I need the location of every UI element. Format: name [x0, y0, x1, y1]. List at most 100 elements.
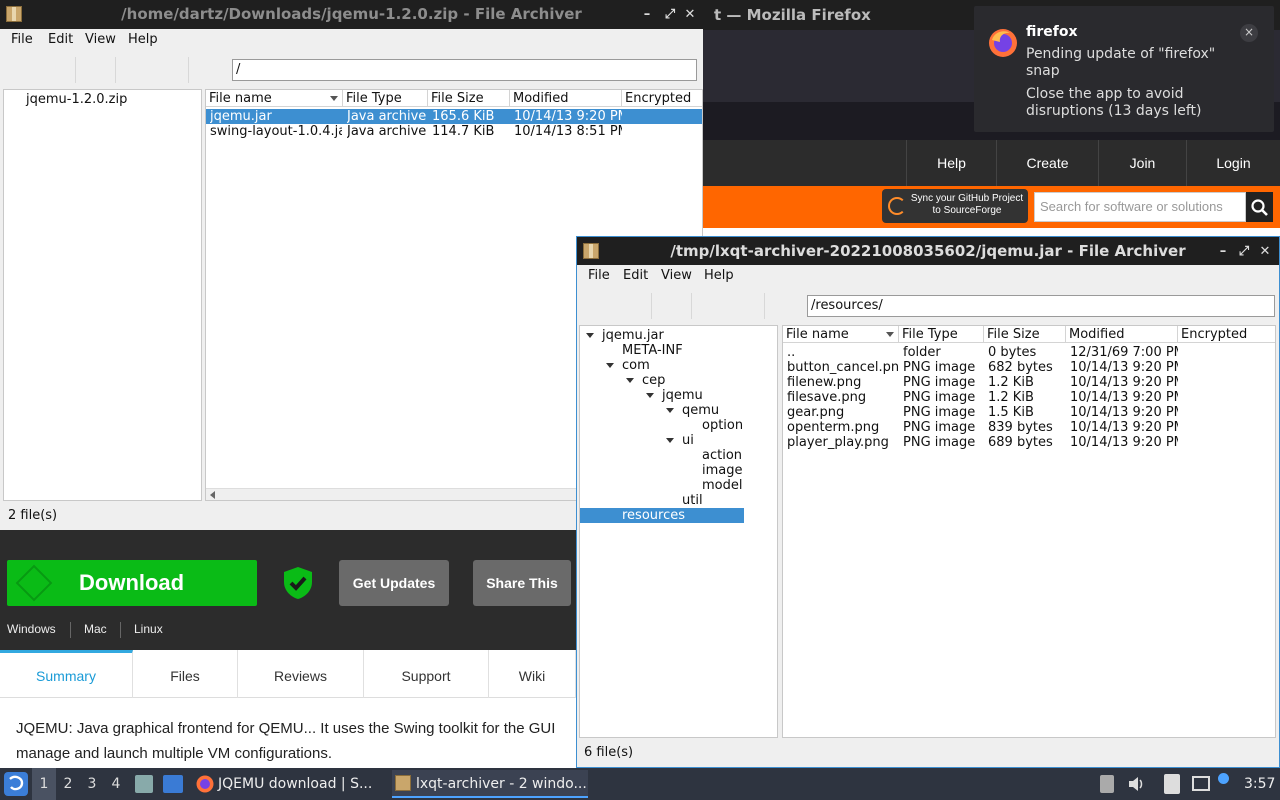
table-row[interactable]: filenew.png PNG image 1.2 KiB 10/14/13 9:20…: [783, 375, 1275, 390]
expand-arrow-icon[interactable]: [666, 438, 674, 443]
desktop-1-button[interactable]: 1: [32, 768, 56, 800]
column-header-modified[interactable]: Modified: [510, 90, 622, 107]
sync-github-button[interactable]: Sync your GitHub Project to SourceForge: [882, 189, 1028, 223]
site-search-input[interactable]: Search for software or solutions: [1034, 192, 1246, 222]
table-row[interactable]: button_cancel.png PNG image 682 bytes 10/14…: [783, 360, 1275, 375]
desktop-3-button[interactable]: 3: [80, 768, 104, 800]
nav-login-link[interactable]: Login: [1186, 140, 1280, 186]
tree-node[interactable]: jqemu.jar: [602, 328, 664, 343]
column-header-size[interactable]: File Size: [428, 90, 510, 107]
tree-node[interactable]: model: [702, 478, 742, 493]
share-button[interactable]: Share This: [473, 560, 571, 606]
minimize-icon[interactable]: –: [1213, 237, 1233, 266]
folder-tree[interactable]: jqemu.jar META-INF com cep jqemu qemu op…: [579, 325, 778, 738]
site-search-button[interactable]: [1246, 192, 1273, 222]
menu-file[interactable]: File: [588, 268, 610, 283]
table-row[interactable]: filesave.png PNG image 1.2 KiB 10/14/13 9:2…: [783, 390, 1275, 405]
nav-join-link[interactable]: Join: [1098, 140, 1186, 186]
clipboard-icon[interactable]: [1164, 774, 1180, 794]
file-manager-icon[interactable]: [135, 775, 153, 793]
table-row[interactable]: jqemu.jar Java archive 165.6 KiB 10/14/1…: [206, 109, 702, 124]
tab-reviews[interactable]: Reviews: [238, 650, 364, 698]
removable-media-icon[interactable]: [1100, 775, 1114, 793]
expand-arrow-icon[interactable]: [586, 333, 594, 338]
column-header-modified[interactable]: Modified: [1066, 326, 1178, 343]
tree-node[interactable]: jqemu-1.2.0.zip: [26, 92, 127, 107]
maximize-icon[interactable]: ⤢: [1234, 237, 1254, 266]
os-divider: [120, 622, 121, 638]
update-notification-icon[interactable]: [1218, 773, 1229, 784]
get-updates-button[interactable]: Get Updates: [339, 560, 449, 606]
tree-node[interactable]: image: [702, 463, 743, 478]
notification-popup[interactable]: firefox Pending update of "firefox" snap…: [974, 6, 1274, 132]
menu-edit[interactable]: Edit: [623, 268, 648, 283]
nav-create-link[interactable]: Create: [996, 140, 1098, 186]
menu-edit[interactable]: Edit: [48, 32, 73, 47]
tree-node[interactable]: option: [702, 418, 743, 433]
tree-node[interactable]: com: [622, 358, 650, 373]
location-input[interactable]: /resources/: [807, 295, 1275, 317]
expand-arrow-icon[interactable]: [666, 408, 674, 413]
menu-view[interactable]: View: [85, 32, 116, 47]
tree-node[interactable]: cep: [642, 373, 665, 388]
volume-icon[interactable]: [1128, 776, 1146, 792]
cell-type: PNG image: [903, 435, 976, 450]
tab-summary[interactable]: Summary: [0, 650, 133, 698]
download-button[interactable]: Download: [7, 560, 257, 606]
minimize-icon[interactable]: –: [637, 0, 657, 29]
desktop-4-button[interactable]: 4: [104, 768, 128, 800]
scroll-left-icon[interactable]: [210, 491, 215, 499]
maximize-icon[interactable]: ⤢: [660, 0, 680, 29]
menu-help[interactable]: Help: [128, 32, 158, 47]
tree-node[interactable]: util: [682, 493, 703, 508]
table-row[interactable]: openterm.png PNG image 839 bytes 10/14/13 9…: [783, 420, 1275, 435]
menu-help[interactable]: Help: [704, 268, 734, 283]
close-icon[interactable]: ✕: [1255, 237, 1275, 266]
tree-node[interactable]: META-INF: [622, 343, 683, 358]
expand-arrow-icon[interactable]: [626, 378, 634, 383]
menu-view[interactable]: View: [661, 268, 692, 283]
tree-node-selected[interactable]: resources: [622, 508, 685, 523]
project-description: JQEMU: Java graphical frontend for QEMU.…: [16, 716, 576, 766]
column-header-encrypted[interactable]: Encrypted: [1178, 326, 1275, 343]
task-lxqt-archiver[interactable]: lxqt-archiver - 2 windo...: [392, 770, 588, 798]
location-input[interactable]: /: [232, 59, 697, 81]
tree-node[interactable]: ui: [682, 433, 694, 448]
table-row[interactable]: swing-layout-1.0.4.jar Java archive 114.…: [206, 124, 702, 139]
tab-files[interactable]: Files: [133, 650, 238, 698]
close-icon[interactable]: ✕: [680, 0, 700, 29]
column-header-type[interactable]: File Type: [343, 90, 428, 107]
os-linux-link[interactable]: Linux: [134, 622, 163, 636]
folder-tree[interactable]: jqemu-1.2.0.zip: [3, 89, 202, 501]
notification-close-button[interactable]: ×: [1240, 24, 1258, 42]
desktop-2-button[interactable]: 2: [56, 768, 80, 800]
task-firefox[interactable]: JQEMU download | S...: [194, 770, 380, 798]
cell-type: PNG image: [903, 420, 976, 435]
nav-help-link[interactable]: Help: [906, 140, 996, 186]
show-desktop-icon[interactable]: [163, 775, 183, 793]
tab-wiki[interactable]: Wiki: [489, 650, 576, 698]
tree-node[interactable]: jqemu: [662, 388, 703, 403]
toolbar-separator: [764, 293, 765, 319]
column-header-name[interactable]: File name: [783, 326, 899, 343]
tree-node[interactable]: qemu: [682, 403, 719, 418]
start-menu-button[interactable]: [4, 772, 28, 796]
menu-file[interactable]: File: [11, 32, 33, 47]
expand-arrow-icon[interactable]: [606, 363, 614, 368]
cell-size: 689 bytes: [988, 435, 1053, 450]
column-header-type[interactable]: File Type: [899, 326, 984, 343]
os-mac-link[interactable]: Mac: [84, 622, 107, 636]
column-header-encrypted[interactable]: Encrypted: [622, 90, 702, 107]
network-icon[interactable]: [1192, 776, 1210, 791]
column-header-size[interactable]: File Size: [984, 326, 1066, 343]
column-header-name[interactable]: File name: [206, 90, 343, 107]
tree-node[interactable]: action: [702, 448, 742, 463]
expand-arrow-icon[interactable]: [646, 393, 654, 398]
table-row[interactable]: player_play.png PNG image 689 bytes 10/14/1…: [783, 435, 1275, 450]
os-windows-link[interactable]: Windows: [7, 622, 56, 636]
tab-support[interactable]: Support: [364, 650, 489, 698]
table-row[interactable]: .. folder 0 bytes 12/31/69 7:00 PM: [783, 345, 1275, 360]
file-list[interactable]: File name File Type File Size Modified E…: [782, 325, 1276, 738]
table-row[interactable]: gear.png PNG image 1.5 KiB 10/14/13 9:20 PM: [783, 405, 1275, 420]
clock[interactable]: 3:57: [1244, 768, 1275, 800]
